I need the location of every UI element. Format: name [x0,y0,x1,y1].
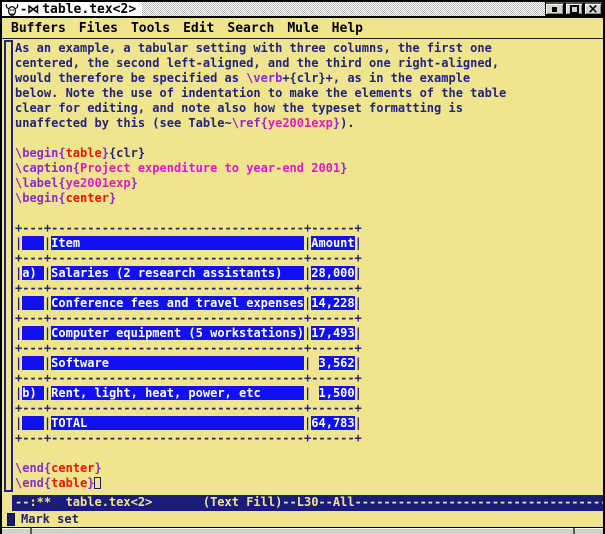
minimize-button[interactable] [546,2,565,16]
menu-item-buffers[interactable]: Buffers [11,21,66,36]
buffer-line: |a) |Salaries (2 research assistants) |2… [15,266,603,281]
buffer-line: | |Computer equipment (5 workstations)|1… [15,326,603,341]
buffer-line: \end{center} [15,461,603,476]
bottom-resize-bar[interactable] [2,527,603,534]
buffer-line: | |Conference fees and travel expenses|1… [15,296,603,311]
maximize-icon [570,5,579,14]
menu-item-help[interactable]: Help [332,21,363,36]
buffer-line: +---+-----------------------------------… [15,221,603,236]
buffer-line: clear for editing, and note also how the… [15,101,603,116]
window-controls: × [545,2,603,16]
titlebar-left: -⋈ table.tex<2> [2,2,142,16]
titlebar[interactable]: -⋈ table.tex<2> × [2,2,603,18]
emacs-window: -⋈ table.tex<2> × Buffers Files Tools Edit S… [0,0,605,534]
buffer-line: centered, the second left-aligned, and t… [15,56,603,71]
buffer-line [15,206,603,221]
buffer-line: below. Note the use of indentation to ma… [15,86,603,101]
buffer-line: +---+-----------------------------------… [15,431,603,446]
buffer-line: As an example, a tabular setting with th… [15,41,603,56]
window-pin-icon: -⋈ [20,2,39,16]
buffer-line: +---+-----------------------------------… [15,341,603,356]
buffer-line: \end{table} [15,476,603,491]
buffer-line: \caption{Project expenditure to year-end… [15,161,603,176]
buffer-line [15,446,603,461]
buffer-line: \begin{center} [15,191,603,206]
resize-notch-right [573,528,575,534]
buffer-line: +---+-----------------------------------… [15,281,603,296]
buffer-line: unaffected by this (see Table~\ref{ye200… [15,116,603,131]
scrollbar[interactable] [2,39,14,495]
minimize-icon [552,7,557,12]
buffer-line: | |Software | 3,562| [15,356,603,371]
buffer-line: +---+-----------------------------------… [15,371,603,386]
minibuffer-message: Mark set [21,512,79,526]
scrollbar-thumb[interactable] [4,40,13,492]
buffer-line: \label{ye2001exp} [15,176,603,191]
text-cursor [94,477,101,489]
buffer-line: | |Item |Amount| [15,236,603,251]
buffer-window: As an example, a tabular setting with th… [2,39,603,495]
resize-notch-left [30,528,32,534]
maximize-button[interactable] [565,2,584,16]
titlebar-drag-area[interactable] [142,2,545,16]
menu-item-edit[interactable]: Edit [183,21,214,36]
text-area[interactable]: As an example, a tabular setting with th… [14,39,603,495]
close-button[interactable]: × [584,2,603,16]
menu-item-mule[interactable]: Mule [287,21,318,36]
minibuffer[interactable]: Mark set [2,511,603,527]
buffer-line: \begin{table}{clr} [15,146,603,161]
buffer-line: |b) |Rent, light, heat, power, etc | 1,5… [15,386,603,401]
buffer-line: +---+-----------------------------------… [15,311,603,326]
buffer-line [15,131,603,146]
buffer-line: would therefore be specified as \verb+{c… [15,71,603,86]
menu-item-search[interactable]: Search [227,21,274,36]
gnu-emacs-icon [4,2,20,16]
buffer-line: | |TOTAL |64,783| [15,416,603,431]
buffer-line: +---+-----------------------------------… [15,401,603,416]
menubar: Buffers Files Tools Edit Search Mule Help [2,18,603,39]
window-title: table.tex<2> [42,2,142,17]
mode-line[interactable]: --:** table.tex<2> (Text Fill)--L30--All… [12,495,603,511]
close-icon: × [588,5,599,14]
buffer-line: +---+-----------------------------------… [15,251,603,266]
menu-item-tools[interactable]: Tools [131,21,170,36]
minibuffer-cursor [7,513,15,526]
menu-item-files[interactable]: Files [79,21,118,36]
